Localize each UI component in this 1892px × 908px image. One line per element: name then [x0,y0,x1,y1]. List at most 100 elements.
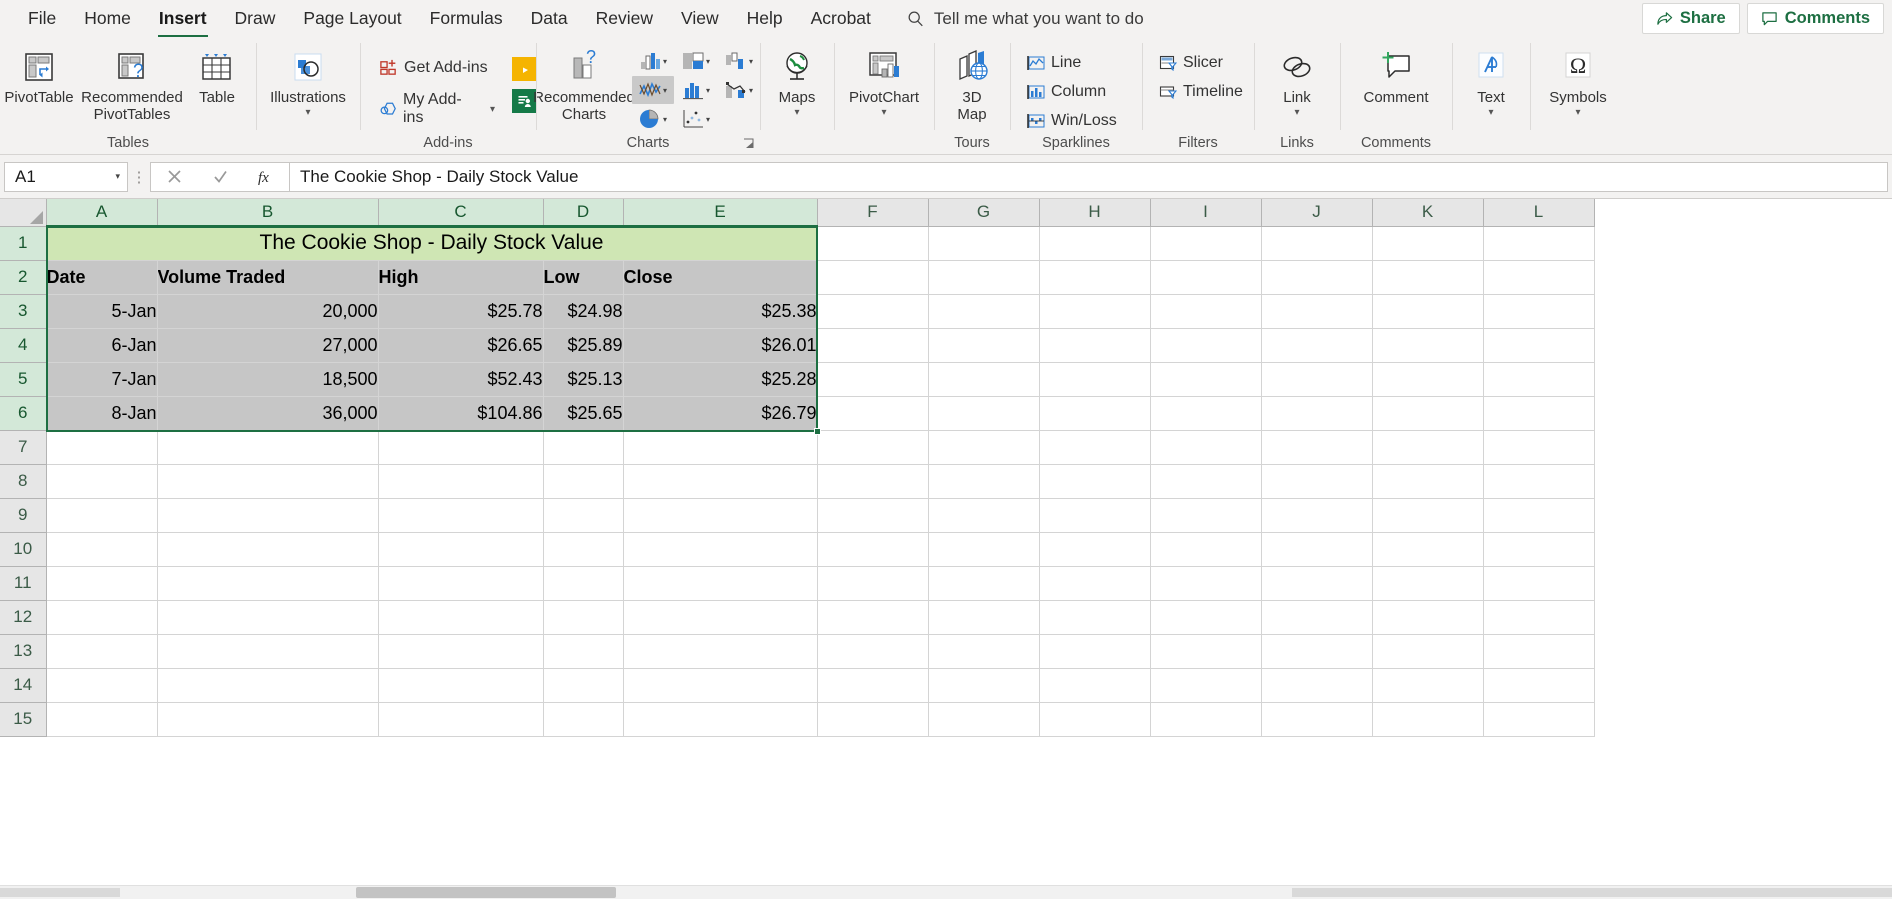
cell-g2[interactable] [928,260,1040,295]
pivotchart-dropdown-caret[interactable]: ▾ [881,107,886,118]
cell-c7[interactable] [378,430,544,465]
column-header-j[interactable]: J [1261,199,1373,227]
cell-h2[interactable] [1039,260,1151,295]
share-button[interactable]: Share [1641,3,1740,34]
row-header-8[interactable]: 8 [0,464,47,499]
row-header-11[interactable]: 11 [0,566,47,601]
cell-j3[interactable] [1261,294,1373,329]
cell-i9[interactable] [1150,498,1262,533]
cell-a1-title[interactable]: The Cookie Shop - Daily Stock Value [46,226,818,261]
cell-k14[interactable] [1372,668,1484,703]
cell-c8[interactable] [378,464,544,499]
get-addins-button[interactable]: Get Add-ins [372,55,502,80]
cell-e13[interactable] [623,634,818,669]
cell-l2[interactable] [1483,260,1595,295]
cell-a4-date[interactable]: 6-Jan [46,328,158,363]
cell-f5[interactable] [817,362,929,397]
combo-chart-caret[interactable]: ▾ [749,86,753,95]
cell-j5[interactable] [1261,362,1373,397]
tab-draw[interactable]: Draw [221,2,290,36]
cell-c5-high[interactable]: $52.43 [378,362,544,397]
insert-stock-surface-radar-chart-button[interactable]: ▾ [632,76,674,104]
cell-e5-close[interactable]: $25.28 [623,362,818,397]
cell-f12[interactable] [817,600,929,635]
formula-bar-splitter[interactable]: ⋮ [128,168,150,186]
cell-g4[interactable] [928,328,1040,363]
comments-button[interactable]: Comments [1746,3,1884,34]
cell-e2-close-header[interactable]: Close [623,260,818,295]
row-header-2[interactable]: 2 [0,260,47,295]
cell-j14[interactable] [1261,668,1373,703]
cell-c13[interactable] [378,634,544,669]
waterfall-chart-caret[interactable]: ▾ [749,57,753,66]
cell-l15[interactable] [1483,702,1595,737]
sparkline-line-button[interactable]: Line [1020,51,1088,75]
cell-b9[interactable] [157,498,379,533]
cell-c11[interactable] [378,566,544,601]
cell-a2-date-header[interactable]: Date [46,260,158,295]
cell-f1[interactable] [817,226,929,261]
row-header-13[interactable]: 13 [0,634,47,669]
cell-l4[interactable] [1483,328,1595,363]
confirm-formula-button[interactable] [197,163,243,191]
cell-i2[interactable] [1150,260,1262,295]
cell-j4[interactable] [1261,328,1373,363]
cell-i5[interactable] [1150,362,1262,397]
cell-d4-low[interactable]: $25.89 [543,328,624,363]
cell-f11[interactable] [817,566,929,601]
cell-c2-high-header[interactable]: High [378,260,544,295]
charts-dialog-launcher[interactable] [743,138,755,150]
cell-f2[interactable] [817,260,929,295]
cell-c9[interactable] [378,498,544,533]
cell-k5[interactable] [1372,362,1484,397]
link-dropdown-caret[interactable]: ▾ [1294,107,1299,118]
insert-combo-chart-button[interactable]: ▾ [718,76,760,104]
cell-l14[interactable] [1483,668,1595,703]
cell-d3-low[interactable]: $24.98 [543,294,624,329]
cell-d8[interactable] [543,464,624,499]
cell-k2[interactable] [1372,260,1484,295]
cell-f7[interactable] [817,430,929,465]
slicer-button[interactable]: Slicer [1152,51,1230,75]
illustrations-button[interactable]: Illustrations ▾ [258,41,358,118]
tell-me-search[interactable]: Tell me what you want to do [907,9,1144,29]
cell-b6-volume[interactable]: 36,000 [157,396,379,431]
cell-b5-volume[interactable]: 18,500 [157,362,379,397]
cell-a12[interactable] [46,600,158,635]
horizontal-scrollbar[interactable] [0,885,1892,899]
cell-h4[interactable] [1039,328,1151,363]
tab-formulas[interactable]: Formulas [416,2,517,36]
row-header-7[interactable]: 7 [0,430,47,465]
cell-f6[interactable] [817,396,929,431]
cell-i15[interactable] [1150,702,1262,737]
cell-a6-date[interactable]: 8-Jan [46,396,158,431]
row-header-6[interactable]: 6 [0,396,47,431]
column-header-a[interactable]: A [46,199,158,227]
cell-g10[interactable] [928,532,1040,567]
cell-e3-close[interactable]: $25.38 [623,294,818,329]
cell-b8[interactable] [157,464,379,499]
cell-g1[interactable] [928,226,1040,261]
column-header-e[interactable]: E [623,199,818,227]
column-header-g[interactable]: G [928,199,1040,227]
cell-l7[interactable] [1483,430,1595,465]
column-header-i[interactable]: I [1150,199,1262,227]
cell-a15[interactable] [46,702,158,737]
cell-b13[interactable] [157,634,379,669]
cell-l10[interactable] [1483,532,1595,567]
bing-maps-addin-button[interactable] [512,57,536,81]
pivottable-button[interactable]: PivotTable [0,41,78,107]
pie-chart-caret[interactable]: ▾ [663,115,667,124]
hierarchy-chart-caret[interactable]: ▾ [706,57,710,66]
tab-home[interactable]: Home [70,2,145,36]
cell-c10[interactable] [378,532,544,567]
pivotchart-button[interactable]: PivotChart ▾ [836,41,932,118]
my-addins-button[interactable]: My Add-ins ▾ [372,88,502,130]
cell-e12[interactable] [623,600,818,635]
cell-k9[interactable] [1372,498,1484,533]
cell-d14[interactable] [543,668,624,703]
cell-a11[interactable] [46,566,158,601]
cell-i7[interactable] [1150,430,1262,465]
cell-i3[interactable] [1150,294,1262,329]
cell-e4-close[interactable]: $26.01 [623,328,818,363]
